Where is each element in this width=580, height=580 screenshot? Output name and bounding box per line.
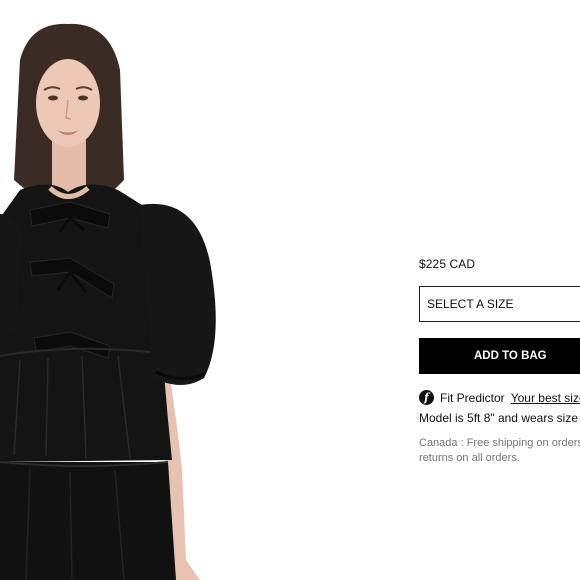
size-select[interactable]: SELECT A SIZE (419, 286, 580, 322)
fit-predictor-row: f Fit Predictor Your best size: (419, 389, 580, 406)
add-to-bag-button[interactable]: ADD TO BAG (419, 338, 580, 374)
shipping-line-1: Canada : Free shipping on orders (419, 437, 580, 449)
model-size-note: Model is 5ft 8" and wears size 34 (419, 411, 580, 425)
model-photo (0, 23, 216, 580)
product-image[interactable] (0, 0, 240, 580)
fit-predictor-label: Fit Predictor (440, 390, 505, 405)
fit-predictor-logo-icon: f (419, 390, 434, 405)
product-details-panel: $225 CAD SELECT A SIZE ADD TO BAG f Fit … (419, 0, 580, 580)
shipping-line-2: returns on all orders. (419, 452, 520, 464)
product-price: $225 CAD (419, 257, 476, 271)
best-size-link[interactable]: Your best size: (511, 391, 580, 405)
shipping-info: Canada : Free shipping on orders returns… (419, 436, 580, 466)
